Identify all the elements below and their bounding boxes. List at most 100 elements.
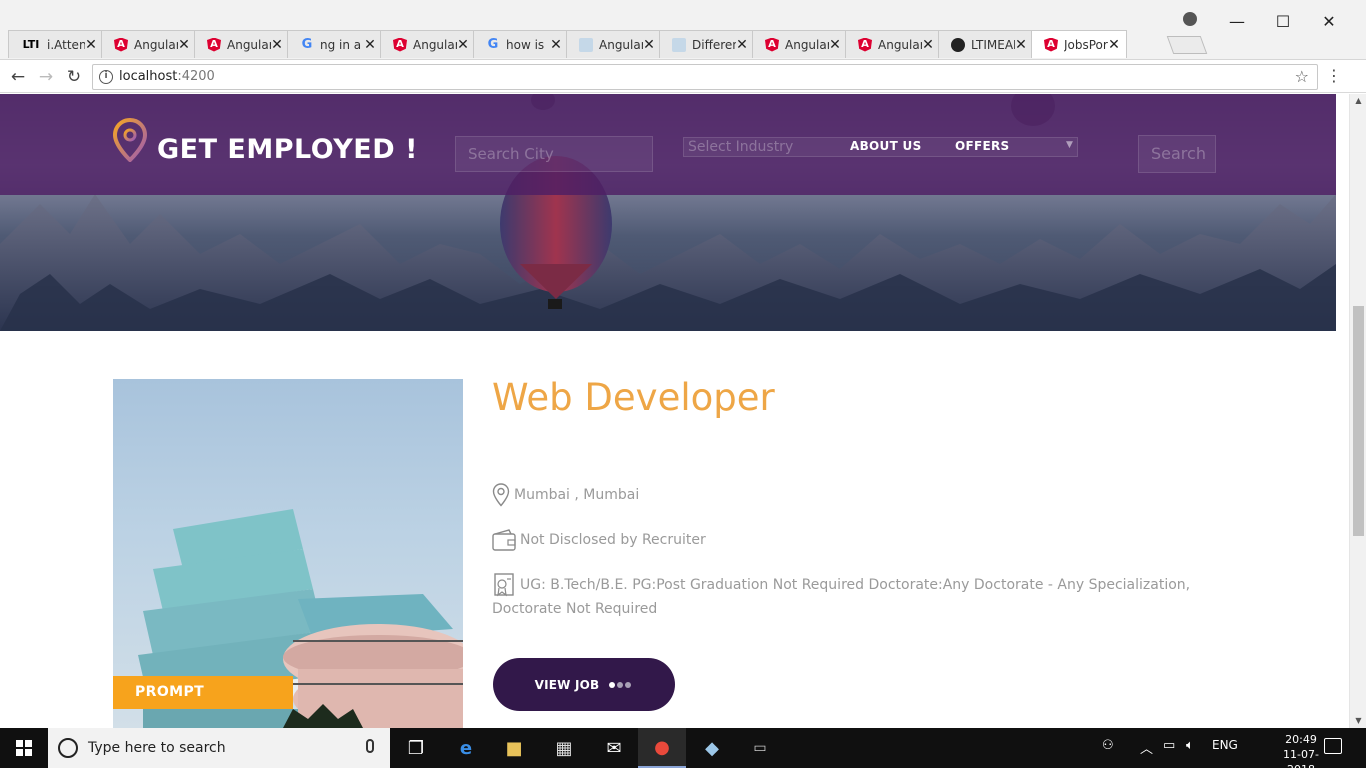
start-button[interactable] — [0, 728, 48, 768]
nav-offers[interactable]: OFFERS — [955, 139, 1009, 153]
store-icon[interactable]: ▦ — [540, 728, 588, 768]
windows-logo-icon — [16, 740, 32, 756]
site-logo-text[interactable]: GET EMPLOYED ! — [157, 134, 418, 165]
scroll-up-icon[interactable]: ▲ — [1350, 94, 1366, 108]
close-window-button[interactable]: ✕ — [1306, 12, 1352, 31]
forward-button[interactable]: → — [36, 67, 56, 87]
address-bar[interactable]: i localhost:4200 ☆ — [92, 64, 1318, 90]
browser-tab[interactable]: Gng in a ✕ — [287, 30, 383, 58]
close-tab-icon[interactable]: ✕ — [643, 37, 655, 53]
browser-tabstrip: — ☐ ✕ LTIi.Attendance✕AAngular✕AAngular✕… — [0, 0, 1366, 60]
task-view-icon[interactable]: ❐ — [392, 728, 440, 768]
job-salary: Not Disclosed by Recruiter — [520, 532, 706, 548]
job-location-row: Mumbai , Mumbai — [492, 483, 639, 507]
volume-icon[interactable]: 🔈︎ — [1186, 738, 1194, 753]
url-host: localhost — [119, 69, 178, 84]
company-badge: PROMPT — [113, 676, 293, 709]
scroll-down-icon[interactable]: ▼ — [1350, 714, 1366, 728]
page-viewport: GET EMPLOYED ! Search City Select Indust… — [0, 94, 1366, 728]
browser-tab[interactable]: Angular ✕ — [566, 30, 662, 58]
browser-tab[interactable]: A Angular ✕ — [845, 30, 941, 58]
chrome-icon[interactable]: ● — [638, 728, 686, 768]
close-tab-icon[interactable]: ✕ — [1108, 37, 1120, 53]
chevron-down-icon: ▼ — [1066, 140, 1073, 150]
browser-tab[interactable]: Ghow is ✕ — [473, 30, 569, 58]
search-city-input[interactable]: Search City — [455, 136, 653, 172]
angular-icon: A — [393, 37, 407, 52]
close-tab-icon[interactable]: ✕ — [364, 37, 376, 53]
search-button[interactable]: Search — [1138, 135, 1216, 173]
browser-tab[interactable]: A Angular ✕ — [752, 30, 848, 58]
google-icon: G — [301, 37, 313, 52]
github-icon — [951, 37, 965, 52]
view-job-label: VIEW JOB — [534, 677, 600, 692]
browser-tab[interactable]: LTIMEAN✕ — [938, 30, 1034, 58]
reload-button[interactable]: ↻ — [64, 67, 84, 87]
browser-toolbar: ← → ↻ i localhost:4200 ☆ ⋮ — [0, 61, 1366, 93]
page-scrollbar[interactable]: ▲ ▼ — [1349, 94, 1366, 728]
minimize-button[interactable]: — — [1214, 12, 1260, 31]
tab-list: LTIi.Attendance✕AAngular✕AAngular✕Gng in… — [8, 30, 1127, 60]
info-icon[interactable]: i — [99, 70, 113, 84]
maximize-button[interactable]: ☐ — [1260, 12, 1306, 31]
angular-icon: A — [207, 37, 221, 52]
location-pin-logo-icon — [113, 118, 147, 162]
angular-icon: A — [858, 37, 872, 52]
language-indicator[interactable]: ENG — [1212, 738, 1238, 752]
close-tab-icon[interactable]: ✕ — [1015, 37, 1027, 53]
cortana-icon — [58, 738, 78, 758]
nav-about-us[interactable]: ABOUT US — [850, 139, 922, 153]
google-icon: G — [487, 37, 499, 52]
tab-label: LTIMEAN — [971, 37, 1015, 52]
people-icon[interactable]: ⚇ — [1102, 738, 1114, 753]
angular-icon: A — [765, 37, 779, 52]
close-tab-icon[interactable]: ✕ — [457, 37, 469, 53]
action-center-icon[interactable] — [1324, 738, 1342, 754]
lti-icon: LTI — [22, 38, 40, 51]
taskbar-search-box[interactable]: Type here to search — [48, 728, 390, 768]
tray-chevron-up-icon[interactable]: ︿ — [1140, 738, 1153, 757]
file-explorer-icon[interactable]: ■ — [490, 728, 538, 768]
back-button[interactable]: ← — [8, 67, 28, 87]
close-tab-icon[interactable]: ✕ — [736, 37, 748, 53]
edge-browser-icon[interactable]: e — [442, 728, 490, 768]
browser-tab[interactable]: A JobsPortal✕ — [1031, 30, 1127, 58]
top-navbar: GET EMPLOYED ! Search City Select Indust… — [0, 94, 1336, 195]
new-tab-button[interactable] — [1166, 36, 1208, 54]
mail-icon[interactable]: ✉ — [590, 728, 638, 768]
browser-tab[interactable]: A Angular ✕ — [194, 30, 290, 58]
close-tab-icon[interactable]: ✕ — [550, 37, 562, 53]
close-tab-icon[interactable]: ✕ — [829, 37, 841, 53]
tab-label: Angular — [785, 37, 829, 52]
terminal-icon[interactable]: ▭ — [736, 728, 784, 768]
browser-tab[interactable]: Difference✕ — [659, 30, 755, 58]
page-icon — [579, 37, 593, 52]
close-tab-icon[interactable]: ✕ — [85, 37, 97, 53]
browser-tab[interactable]: A Angular ✕ — [101, 30, 197, 58]
view-job-button[interactable]: VIEW JOB — [493, 658, 675, 711]
url-port: :4200 — [177, 69, 215, 84]
tab-label: JobsPortal — [1064, 37, 1108, 52]
tab-label: ng in a — [320, 37, 362, 52]
bookmark-star-icon[interactable]: ☆ — [1295, 67, 1309, 86]
certificate-icon — [494, 573, 514, 597]
browser-menu-icon[interactable]: ⋮ — [1326, 66, 1342, 85]
browser-tab[interactable]: LTI i.Attendance✕ — [8, 30, 104, 58]
scroll-thumb[interactable] — [1353, 306, 1364, 536]
close-tab-icon[interactable]: ✕ — [178, 37, 190, 53]
dots-icon — [609, 681, 633, 688]
tab-label: i.Attendance — [47, 37, 85, 52]
close-tab-icon[interactable]: ✕ — [271, 37, 283, 53]
browser-tab[interactable]: A Angular ✕ — [380, 30, 476, 58]
notes-app-icon[interactable]: ◆ — [688, 728, 736, 768]
network-icon[interactable]: ▭ — [1163, 738, 1175, 753]
url-text[interactable]: localhost:4200 — [119, 69, 215, 84]
microphone-icon[interactable] — [366, 739, 374, 753]
windows-taskbar: Type here to search ❐ e ■ ▦ ✉ ● ◆ ▭ ⚇ ︿ … — [0, 728, 1366, 768]
profile-icon[interactable] — [1183, 12, 1197, 26]
tab-label: Angular — [413, 37, 457, 52]
job-title[interactable]: Web Developer — [492, 376, 775, 419]
hero-banner: GET EMPLOYED ! Search City Select Indust… — [0, 94, 1336, 331]
close-tab-icon[interactable]: ✕ — [922, 37, 934, 53]
taskbar-clock[interactable]: 20:49 11-07-2018 — [1276, 732, 1326, 768]
